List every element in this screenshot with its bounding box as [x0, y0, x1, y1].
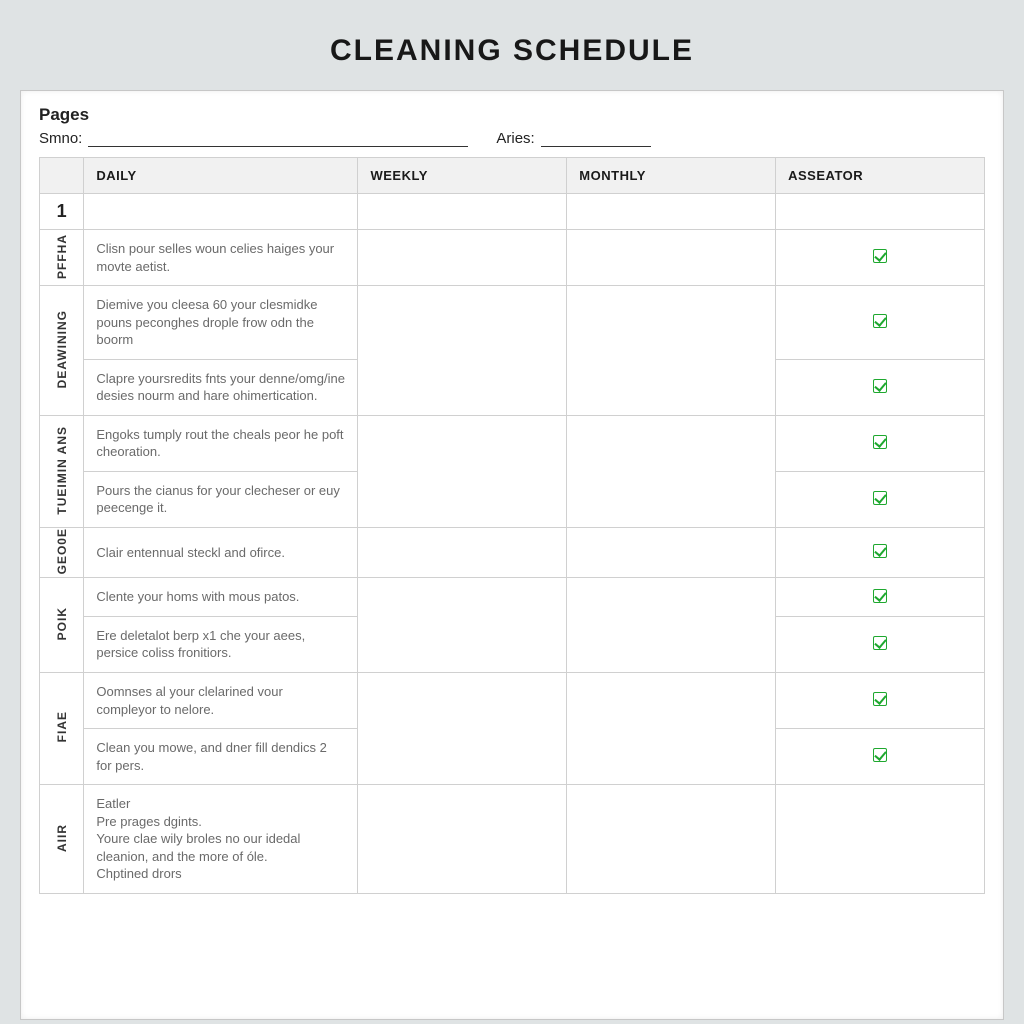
task-cell: Clente your homs with mous patos. [84, 578, 358, 617]
task-cell: Ere deletalot berp x1 che your aees, per… [84, 616, 358, 672]
monthly-cell [567, 415, 776, 527]
section-label-cell: AIIR [40, 785, 84, 894]
task-cell: Clean you mowe, and dner fill dendics 2 … [84, 729, 358, 785]
asseator-cell [776, 785, 985, 894]
weekly-cell [358, 286, 567, 416]
asseator-cell [776, 616, 985, 672]
section-label: AIIR [55, 824, 69, 852]
col-header-monthly: MONTHLY [567, 158, 776, 194]
monthly-cell [567, 578, 776, 673]
col-header-side [40, 158, 84, 194]
section-label-cell: FIAE [40, 673, 84, 785]
task-cell: Engoks tumply rout the cheals peor he po… [84, 415, 358, 471]
number-row: 1 [40, 194, 985, 230]
field-smno-label: Smno: [39, 130, 82, 147]
field-aries-label: Aries: [496, 130, 534, 147]
table-header-row: DAILY WEEKLY MONTHLY ASSEATOR [40, 158, 985, 194]
row-number: 1 [40, 194, 84, 230]
task-cell: Diemive you cleesa 60 your clesmidke pou… [84, 286, 358, 360]
num-row-weekly [358, 194, 567, 230]
table-row: FIAE Oomnses al your clelarined vour com… [40, 673, 985, 729]
section-label: PFFHA [55, 234, 69, 279]
monthly-cell [567, 673, 776, 785]
task-cell: Eatler Pre prages dgints. Youre clae wil… [84, 785, 358, 894]
monthly-cell [567, 785, 776, 894]
section-label: POIK [55, 607, 69, 640]
table-row: AIIR Eatler Pre prages dgints. Youre cla… [40, 785, 985, 894]
table-row: POIK Clente your homs with mous patos. [40, 578, 985, 617]
checkbox-icon[interactable] [873, 636, 887, 650]
checkbox-icon[interactable] [873, 544, 887, 558]
checkbox-icon[interactable] [873, 589, 887, 603]
table-row: TUEIMIN ANS Engoks tumply rout the cheal… [40, 415, 985, 471]
checkbox-icon[interactable] [873, 748, 887, 762]
task-cell: Clapre yoursredits fnts your denne/omg/i… [84, 359, 358, 415]
asseator-cell [776, 673, 985, 729]
section-label-cell: PFFHA [40, 230, 84, 286]
schedule-sheet: Pages Smno: Aries: DAILY WEEKLY MONTHLY … [20, 90, 1004, 1020]
field-aries: Aries: [496, 129, 650, 147]
asseator-cell [776, 471, 985, 527]
section-label-cell: POIK [40, 578, 84, 673]
checkbox-icon[interactable] [873, 435, 887, 449]
num-row-monthly [567, 194, 776, 230]
asseator-cell [776, 578, 985, 617]
checkbox-icon[interactable] [873, 249, 887, 263]
col-header-daily: DAILY [84, 158, 358, 194]
field-smno-input-line[interactable] [88, 129, 468, 147]
weekly-cell [358, 415, 567, 527]
schedule-table: DAILY WEEKLY MONTHLY ASSEATOR 1 PFFHA Cl… [39, 157, 985, 894]
asseator-cell [776, 729, 985, 785]
field-smno: Smno: [39, 129, 468, 147]
section-label: FIAE [55, 711, 69, 742]
weekly-cell [358, 528, 567, 578]
asseator-cell [776, 415, 985, 471]
num-row-daily [84, 194, 358, 230]
checkbox-icon[interactable] [873, 379, 887, 393]
section-label: TUEIMIN ANS [55, 426, 69, 515]
field-aries-input-line[interactable] [541, 129, 651, 147]
section-label-cell: DEAWINING [40, 286, 84, 416]
task-cell: Oomnses al your clelarined vour compleyo… [84, 673, 358, 729]
page-title: CLEANING SCHEDULE [20, 34, 1004, 68]
num-row-asseator [776, 194, 985, 230]
pages-label: Pages [39, 105, 985, 125]
weekly-cell [358, 785, 567, 894]
section-label: DEAWINING [55, 310, 69, 388]
col-header-weekly: WEEKLY [358, 158, 567, 194]
monthly-cell [567, 528, 776, 578]
asseator-cell [776, 286, 985, 360]
monthly-cell [567, 286, 776, 416]
section-label-cell: TUEIMIN ANS [40, 415, 84, 527]
checkbox-icon[interactable] [873, 692, 887, 706]
header-fields: Smno: Aries: [39, 129, 985, 147]
weekly-cell [358, 578, 567, 673]
col-header-asseator: ASSEATOR [776, 158, 985, 194]
weekly-cell [358, 673, 567, 785]
monthly-cell [567, 230, 776, 286]
task-cell: Clisn pour selles woun celies haiges you… [84, 230, 358, 286]
table-row: GEO0E Clair entennual steckl and ofirce. [40, 528, 985, 578]
task-cell: Pours the cianus for your clecheser or e… [84, 471, 358, 527]
checkbox-icon[interactable] [873, 491, 887, 505]
section-label-cell: GEO0E [40, 528, 84, 578]
task-cell: Clair entennual steckl and ofirce. [84, 528, 358, 578]
asseator-cell [776, 230, 985, 286]
checkbox-icon[interactable] [873, 314, 887, 328]
asseator-cell [776, 359, 985, 415]
section-label: GEO0E [55, 528, 69, 574]
table-row: DEAWINING Diemive you cleesa 60 your cle… [40, 286, 985, 360]
asseator-cell [776, 528, 985, 578]
weekly-cell [358, 230, 567, 286]
table-row: PFFHA Clisn pour selles woun celies haig… [40, 230, 985, 286]
